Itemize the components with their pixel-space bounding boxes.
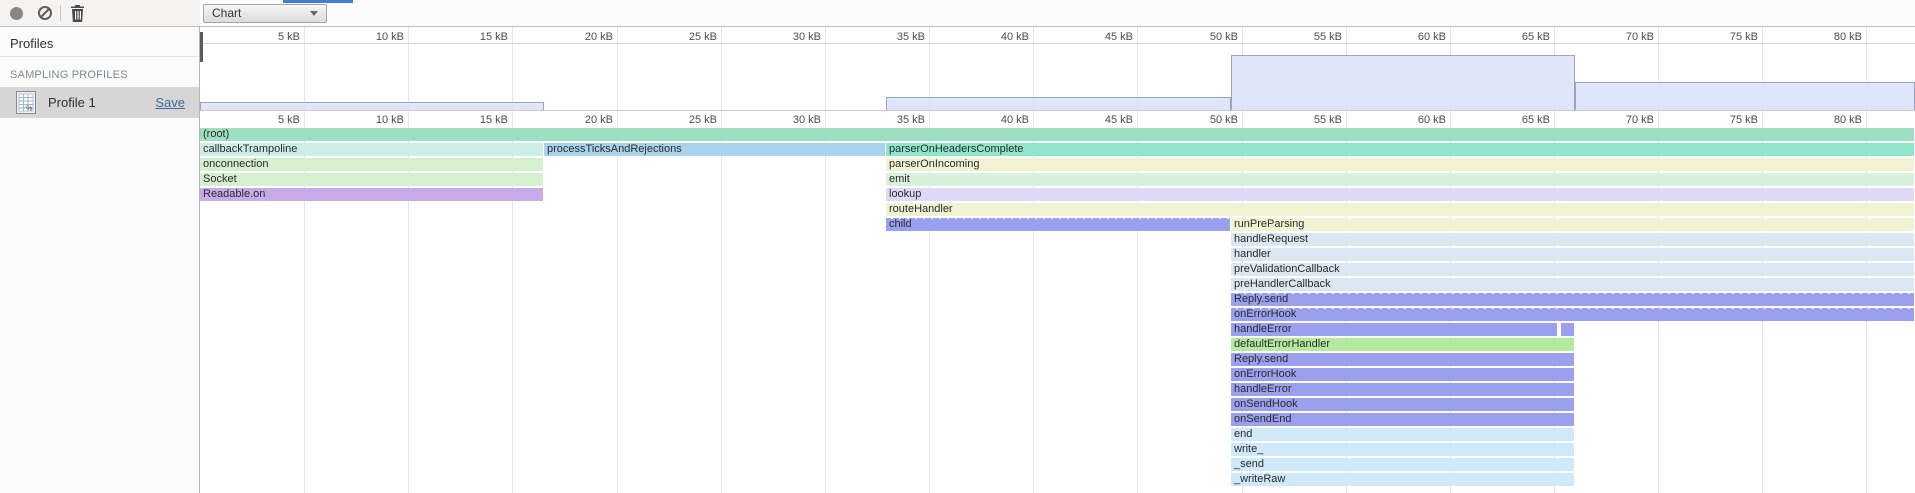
ruler-tick-label: 25 kB bbox=[657, 114, 717, 126]
ruler-tick-label: 45 kB bbox=[1073, 31, 1133, 43]
flame-bar[interactable] bbox=[1561, 323, 1574, 336]
ruler-tick-label: 45 kB bbox=[1073, 114, 1133, 126]
ruler-tick-label: 70 kB bbox=[1594, 31, 1654, 43]
flame-bar[interactable]: callbackTrampoline bbox=[200, 143, 543, 156]
overview-ruler-line bbox=[200, 43, 1915, 44]
sidebar-divider bbox=[0, 56, 199, 57]
ruler-tick-label: 60 kB bbox=[1386, 31, 1446, 43]
overview-bottom-border bbox=[200, 110, 1915, 111]
flame-bar[interactable]: runPreParsing bbox=[1231, 218, 1914, 231]
ruler-tick-label: 10 kB bbox=[344, 31, 404, 43]
ruler-tick-label: 15 kB bbox=[448, 114, 508, 126]
flame-bar[interactable]: onconnection bbox=[200, 158, 543, 171]
profile-document-icon: % bbox=[16, 91, 36, 114]
overview-usage-segment bbox=[886, 97, 1231, 110]
flame-bar[interactable]: Socket bbox=[200, 173, 543, 186]
record-button[interactable] bbox=[10, 7, 23, 20]
flame-bar[interactable]: _send bbox=[1231, 458, 1574, 471]
ruler-tick-label: 55 kB bbox=[1282, 114, 1342, 126]
ruler-tick-label: 20 kB bbox=[553, 114, 613, 126]
flame-bar[interactable]: Reply.send bbox=[1231, 293, 1914, 306]
ruler-tick-label: 65 kB bbox=[1490, 114, 1550, 126]
ruler-tick-label: 50 kB bbox=[1178, 114, 1238, 126]
profile-name: Profile 1 bbox=[48, 95, 96, 110]
overview-usage-segment bbox=[200, 102, 544, 110]
flame-bar[interactable]: handleError bbox=[1231, 323, 1557, 336]
ruler-tick-label: 5 kB bbox=[240, 31, 300, 43]
flame-chart[interactable]: (root) callbackTrampolineprocessTicksAndR… bbox=[200, 128, 1915, 493]
flame-bar[interactable]: onErrorHook bbox=[1231, 308, 1914, 321]
flame-bar[interactable]: routeHandler bbox=[886, 203, 1914, 216]
flame-chart-pane: 5 kB 10 kB 15 kB 20 kB 25 kB 30 kB 35 kB 40 kB 4… bbox=[200, 27, 1915, 493]
flame-bar[interactable]: defaultErrorHandler bbox=[1231, 338, 1574, 351]
chevron-down-icon bbox=[310, 11, 318, 16]
ruler-tick-label: 5 kB bbox=[240, 114, 300, 126]
flame-bar[interactable]: write_ bbox=[1231, 443, 1574, 456]
flame-bar[interactable]: preHandlerCallback bbox=[1231, 278, 1914, 291]
ruler-tick-label: 70 kB bbox=[1594, 114, 1654, 126]
flame-bar[interactable]: child bbox=[886, 218, 1230, 231]
flame-bar[interactable]: Readable.on bbox=[200, 188, 543, 201]
flame-bar[interactable]: Reply.send bbox=[1231, 353, 1574, 366]
toolbar-separator bbox=[60, 5, 61, 21]
clear-all-icon[interactable] bbox=[38, 6, 52, 20]
profiles-sidebar: Profiles SAMPLING PROFILES % Profile 1 S… bbox=[0, 27, 199, 493]
ruler-tick-label: 50 kB bbox=[1178, 31, 1238, 43]
flame-bar[interactable]: end bbox=[1231, 428, 1574, 441]
ruler-tick-label: 40 kB bbox=[969, 114, 1029, 126]
save-profile-link[interactable]: Save bbox=[155, 95, 185, 110]
sidebar-item-profile-1[interactable]: % Profile 1 Save bbox=[0, 87, 199, 118]
view-mode-value: Chart bbox=[212, 6, 241, 20]
ruler-tick-label: 15 kB bbox=[448, 31, 508, 43]
ruler-tick-label: 20 kB bbox=[553, 31, 613, 43]
profiler-toolbar bbox=[0, 0, 200, 27]
chart-toolbar: Chart bbox=[200, 0, 1915, 27]
flame-bar[interactable]: handleError bbox=[1231, 383, 1574, 396]
ruler-tick-label: 25 kB bbox=[657, 31, 717, 43]
ruler-tick-label: 30 kB bbox=[761, 114, 821, 126]
flame-bar[interactable]: onSendHook bbox=[1231, 398, 1574, 411]
overview-usage-segment bbox=[1575, 82, 1915, 110]
ruler-tick-label: 75 kB bbox=[1698, 31, 1758, 43]
overview-usage-segment bbox=[1231, 55, 1575, 110]
ruler-tick-label: 30 kB bbox=[761, 31, 821, 43]
flame-bar[interactable]: parserOnHeadersComplete bbox=[886, 143, 1914, 156]
sampling-profiles-section-label: SAMPLING PROFILES bbox=[10, 69, 128, 81]
sidebar-heading: Profiles bbox=[10, 36, 53, 51]
flame-bar[interactable]: lookup bbox=[886, 188, 1914, 201]
ruler-tick-label: 75 kB bbox=[1698, 114, 1758, 126]
trash-icon[interactable] bbox=[70, 5, 85, 22]
ruler-tick-label: 65 kB bbox=[1490, 31, 1550, 43]
devtools-profiler-panel: Chart Profiles SAMPLING PROFILES % Profi… bbox=[0, 0, 1915, 493]
ruler-tick-label: 80 kB bbox=[1802, 31, 1862, 43]
overview-range-grip[interactable] bbox=[200, 32, 203, 62]
flame-bar[interactable]: onSendEnd bbox=[1231, 413, 1574, 426]
flame-bar[interactable]: _writeRaw bbox=[1231, 473, 1574, 486]
flame-bar[interactable]: parserOnIncoming bbox=[886, 158, 1914, 171]
flame-bar[interactable]: handleRequest bbox=[1231, 233, 1914, 246]
ruler-tick-label: 40 kB bbox=[969, 31, 1029, 43]
flame-bar[interactable]: (root) bbox=[200, 128, 1914, 141]
svg-text:%: % bbox=[26, 106, 32, 113]
view-mode-select[interactable]: Chart bbox=[203, 4, 327, 23]
ruler-tick-label: 35 kB bbox=[865, 114, 925, 126]
ruler-tick-label: 10 kB bbox=[344, 114, 404, 126]
flame-bar[interactable]: onErrorHook bbox=[1231, 368, 1574, 381]
flame-bar[interactable]: processTicksAndRejections bbox=[544, 143, 885, 156]
ruler-tick-label: 60 kB bbox=[1386, 114, 1446, 126]
ruler-tick-label: 80 kB bbox=[1802, 114, 1862, 126]
flame-bar[interactable]: emit bbox=[886, 173, 1914, 186]
flame-bar[interactable]: handler bbox=[1231, 248, 1914, 261]
active-tab-indicator bbox=[283, 0, 353, 3]
ruler-tick-label: 55 kB bbox=[1282, 31, 1342, 43]
ruler-tick-label: 35 kB bbox=[865, 31, 925, 43]
flame-bar[interactable]: preValidationCallback bbox=[1231, 263, 1914, 276]
